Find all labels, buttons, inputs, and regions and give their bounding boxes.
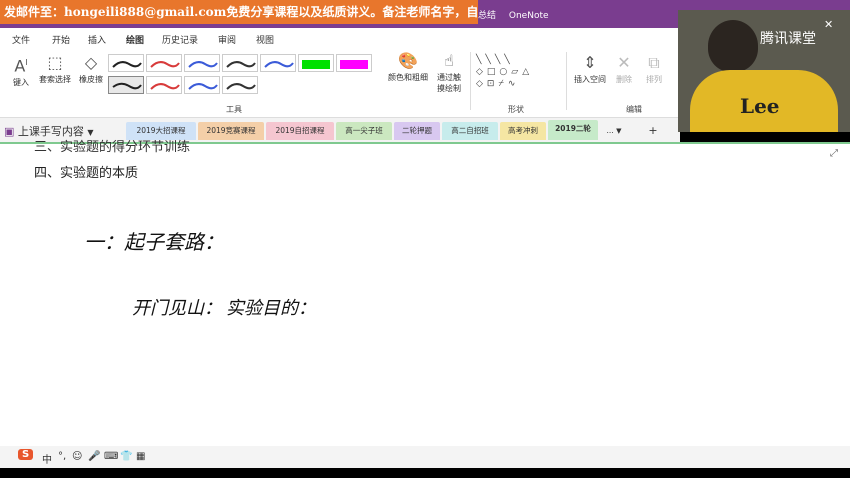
pen-5[interactable]: [260, 54, 296, 72]
section-tab-active[interactable]: 2019二轮: [548, 120, 598, 140]
lasso-select-button[interactable]: ⬚ 套索选择: [38, 54, 72, 85]
pen-6-selected[interactable]: [108, 76, 144, 94]
section-tab[interactable]: 高二自招班: [442, 122, 498, 140]
handwriting-line-1: 一：起子套路：: [84, 230, 224, 254]
type-icon: AI: [14, 56, 28, 76]
insert-space-icon: ⇕: [583, 53, 597, 72]
punctuation-icon[interactable]: °,: [58, 451, 66, 462]
eraser-button[interactable]: ◇ 橡皮擦: [76, 54, 106, 85]
edit-group-label: 编辑: [626, 105, 642, 114]
shapes-gallery[interactable]: ╲╲╲╲ ◇□○▱△ ◇⊡⌿∿: [476, 54, 556, 94]
close-icon[interactable]: ✕: [824, 18, 833, 31]
pen-stroke: [188, 61, 218, 68]
add-section-button[interactable]: +: [646, 122, 660, 140]
tab-review[interactable]: 审阅: [218, 33, 236, 46]
more-sections: ...: [606, 126, 614, 135]
type-button[interactable]: AI 键入: [8, 54, 34, 88]
touch-draw-label: 通过触摸绘制: [437, 73, 461, 93]
tab-file[interactable]: 文件: [12, 33, 30, 46]
microphone-icon[interactable]: 🎤: [88, 451, 100, 462]
toolbox-icon[interactable]: ▦: [136, 451, 145, 462]
section-tab[interactable]: 高一尖子班: [336, 122, 392, 140]
window-title-fragment: 总结: [478, 11, 497, 21]
color-thickness-label: 颜色和粗细: [388, 73, 428, 82]
separator: [470, 52, 471, 110]
pen-4[interactable]: [222, 54, 258, 72]
tab-history[interactable]: 历史记录: [162, 33, 198, 46]
tab-view[interactable]: 视图: [256, 33, 274, 46]
tools-group-label: 工具: [226, 105, 242, 114]
separator: [566, 52, 567, 110]
promo-banner: 发邮件至：hongeili888@gmail.com免费分享课程以及纸质讲义。备…: [0, 0, 478, 24]
eraser-label: 橡皮擦: [79, 75, 103, 84]
section-tab[interactable]: 高考冲刺: [500, 122, 546, 140]
pen-stroke: [264, 61, 294, 68]
delete-button[interactable]: ✕ 删除: [612, 54, 636, 85]
section-tab[interactable]: 2019自招课程: [266, 122, 334, 140]
arrange-label: 排列: [646, 75, 662, 84]
type-label: 键入: [13, 78, 29, 88]
pen-2[interactable]: [146, 54, 182, 72]
arrange-icon: ⧉: [648, 53, 660, 72]
lasso-icon: ⬚: [47, 53, 63, 72]
tab-home[interactable]: 开始: [52, 33, 70, 46]
lasso-label: 套索选择: [39, 75, 71, 84]
hand-icon: ☝: [444, 51, 454, 70]
pen-stroke: [112, 61, 142, 68]
highlighter-swatch: [302, 60, 330, 69]
highlighter-magenta[interactable]: [336, 54, 372, 72]
window-title: 总结 OneNote: [478, 8, 559, 21]
pen-stroke: [150, 61, 180, 68]
chevron-down-icon: ▼: [616, 127, 622, 135]
section-tab[interactable]: 二轮押题: [394, 122, 440, 140]
insert-space-button[interactable]: ⇕ 插入空间: [570, 54, 610, 85]
touch-draw-button[interactable]: ☝ 通过触摸绘制: [432, 52, 466, 94]
section-tab[interactable]: 2019竞赛课程: [198, 122, 264, 140]
eraser-icon: ◇: [84, 53, 98, 72]
highlighter-green[interactable]: [298, 54, 334, 72]
pen-stroke: [188, 83, 218, 90]
handwriting-line-2a: 开门见山：: [132, 298, 222, 319]
notebook-icon: ▣: [4, 125, 15, 138]
color-thickness-button[interactable]: 🎨 颜色和粗细: [386, 52, 430, 83]
pen-7[interactable]: [146, 76, 182, 94]
pen-gallery: [108, 54, 374, 96]
shapes-group-label: 形状: [508, 105, 524, 114]
section-tab-more[interactable]: ... ▼: [600, 122, 628, 140]
pen-8[interactable]: [184, 76, 220, 94]
pen-9[interactable]: [222, 76, 258, 94]
delete-icon: ✕: [617, 53, 631, 72]
pen-3[interactable]: [184, 54, 220, 72]
pen-1[interactable]: [108, 54, 144, 72]
bottom-bar: [0, 468, 850, 478]
emoji-icon[interactable]: ☺: [72, 451, 82, 462]
skin-icon[interactable]: 👕: [120, 451, 132, 462]
sogou-logo-icon[interactable]: S: [18, 449, 34, 460]
tab-insert[interactable]: 插入: [88, 33, 106, 46]
page-canvas[interactable]: 三、实验题的得分环节训练 四、实验题的本质 一：起子套路： 开门见山： 实验目的…: [0, 140, 850, 446]
person-head: [708, 20, 758, 72]
expand-icon[interactable]: ⤢: [830, 148, 838, 159]
ime-chinese-toggle[interactable]: 中: [42, 451, 52, 466]
keyboard-icon[interactable]: ⌨: [104, 451, 118, 462]
outline-item: 四、实验题的本质: [34, 166, 139, 181]
outline-item-partial: 三、实验题的得分环节训练: [34, 140, 191, 155]
delete-label: 删除: [616, 75, 632, 84]
arrange-button[interactable]: ⧉ 排列: [642, 54, 666, 85]
pen-stroke: [226, 61, 256, 68]
insert-space-label: 插入空间: [574, 75, 606, 84]
palette-icon: 🎨: [398, 51, 418, 70]
handwriting-line-2b: 实验目的：: [226, 298, 316, 319]
app-name: OneNote: [508, 11, 549, 21]
ime-toolbar: S 中 °, ☺ 🎤 ⌨ 👕 ▦: [0, 446, 850, 468]
highlighter-swatch: [340, 60, 368, 69]
shirt-text: Lee: [740, 94, 780, 118]
pen-stroke: [112, 82, 142, 90]
pen-stroke: [226, 83, 256, 90]
pen-stroke: [150, 83, 180, 90]
tencent-classroom-logo: 腾讯课堂: [760, 31, 816, 47]
